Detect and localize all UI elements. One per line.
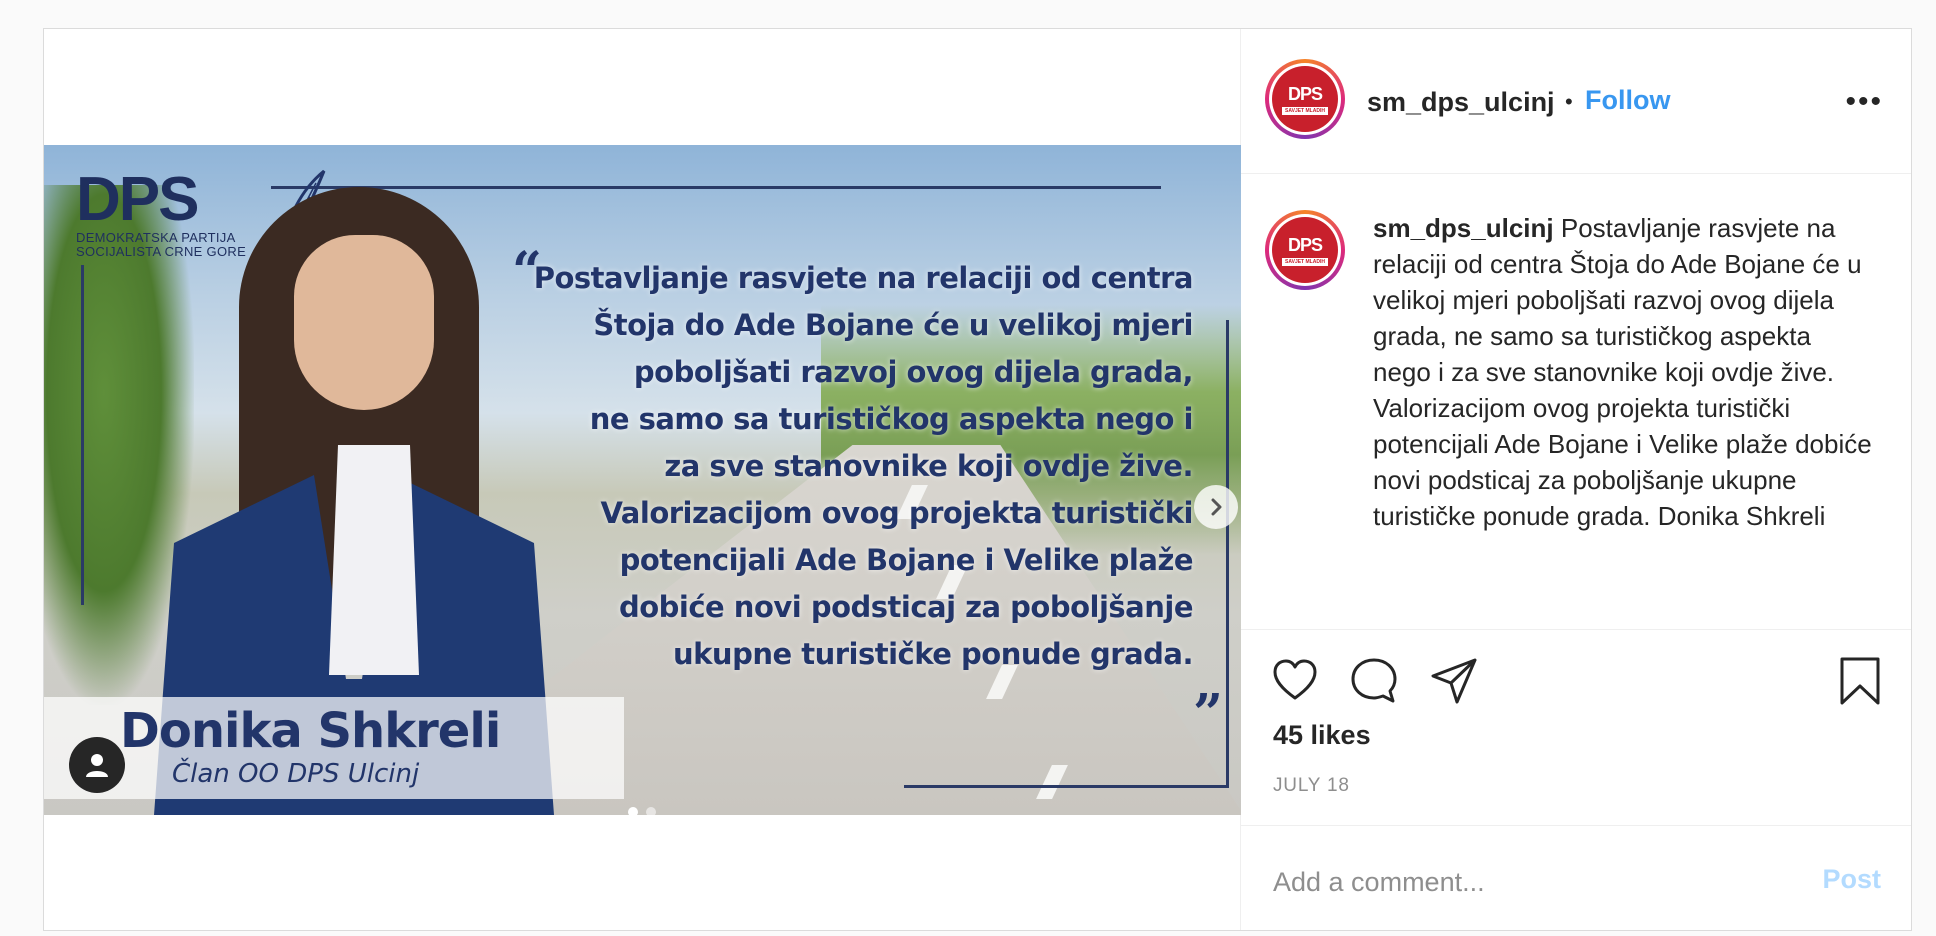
person-shirt: [329, 445, 419, 675]
avatar-subtext: SAVJET MLADIH: [1282, 257, 1328, 266]
post-actions: 45 likes JULY 18: [1241, 630, 1911, 826]
quote-line: ukupne turističke ponude grada.: [673, 637, 1194, 671]
quote-line: potencijali Ade Bojane i Velike plaže: [619, 543, 1194, 577]
bookmark-icon[interactable]: [1837, 656, 1883, 706]
comment-icon[interactable]: [1349, 656, 1399, 706]
caption-username[interactable]: sm_dps_ulcinj: [1373, 213, 1554, 243]
avatar-letters: DPS: [1287, 83, 1323, 104]
quote-line: poboljšati razvoj ovog dijela grada,: [633, 355, 1194, 389]
frame-line: [1226, 320, 1229, 785]
post-side-panel: DPS SAVJET MLADIH sm_dps_ulcinj • Follow…: [1241, 29, 1911, 930]
carousel-dot: [646, 807, 656, 815]
person-face: [294, 235, 434, 410]
frame-line: [904, 785, 1229, 788]
carousel-next-button[interactable]: [1194, 485, 1238, 529]
header-username[interactable]: sm_dps_ulcinj: [1367, 87, 1555, 118]
quote-line: Valorizacijom ovog projekta turistički: [600, 496, 1193, 530]
quote-line: ne samo sa turističkog aspekta nego i: [589, 402, 1194, 436]
avatar-letters: DPS: [1287, 234, 1323, 255]
tag-user-icon: [86, 754, 108, 777]
more-icon: •••: [1845, 85, 1883, 118]
quote-close-mark: „: [1194, 653, 1224, 714]
quote-line: dobiće novi podsticaj za poboljšanje: [618, 590, 1194, 624]
caption-avatar[interactable]: DPS SAVJET MLADIH: [1265, 210, 1345, 290]
heart-icon[interactable]: [1271, 656, 1319, 704]
post-comment-button[interactable]: Post: [1822, 864, 1881, 895]
quote-line: Štoja do Ade Bojane će u velikoj mjeri: [593, 308, 1193, 342]
share-icon[interactable]: [1429, 656, 1479, 706]
person-role: Član OO DPS Ulcinj: [172, 759, 420, 789]
tagged-users-button[interactable]: [69, 737, 125, 793]
post-caption: sm_dps_ulcinj Postavljanje rasvjete na r…: [1373, 210, 1873, 534]
avatar-ring: DPS SAVJET MLADIH: [1269, 214, 1341, 286]
quote-text: Postavljanje rasvjete na relaciji od cen…: [473, 255, 1194, 678]
header-separator: •: [1565, 89, 1573, 114]
post-date: JULY 18: [1273, 775, 1350, 796]
follow-button[interactable]: Follow: [1585, 85, 1670, 116]
add-comment-row: Post: [1241, 826, 1911, 930]
carousel-indicator: [628, 807, 656, 815]
post-image[interactable]: DPS DEMOKRATSKA PARTIJA SOCIJALISTA CRNE…: [44, 145, 1241, 815]
quote-line: Postavljanje rasvjete na relaciji od cen…: [533, 261, 1194, 295]
quote-line: za sve stanovnike koji ovdje žive.: [664, 449, 1193, 483]
comments-area[interactable]: DPS SAVJET MLADIH sm_dps_ulcinj Postavlj…: [1241, 174, 1911, 630]
likes-count[interactable]: 45 likes: [1273, 720, 1371, 751]
avatar-image: DPS SAVJET MLADIH: [1272, 66, 1338, 132]
post-media: DPS DEMOKRATSKA PARTIJA SOCIJALISTA CRNE…: [44, 29, 1241, 930]
frame-line: [81, 265, 84, 605]
comment-input[interactable]: [1273, 862, 1773, 902]
more-options-button[interactable]: •••: [1845, 85, 1883, 119]
avatar[interactable]: DPS SAVJET MLADIH: [1265, 59, 1345, 139]
person-name: Donika Shkreli: [120, 703, 501, 759]
instagram-post: DPS DEMOKRATSKA PARTIJA SOCIJALISTA CRNE…: [43, 28, 1912, 931]
avatar-image: DPS SAVJET MLADIH: [1272, 217, 1338, 283]
caption-text: Postavljanje rasvjete na relaciji od cen…: [1373, 213, 1872, 531]
carousel-dot-active: [628, 807, 638, 815]
avatar-ring: DPS SAVJET MLADIH: [1269, 63, 1341, 135]
chevron-right-icon: [1211, 498, 1222, 516]
post-header: DPS SAVJET MLADIH sm_dps_ulcinj • Follow…: [1241, 29, 1911, 174]
avatar-subtext: SAVJET MLADIH: [1282, 106, 1328, 115]
